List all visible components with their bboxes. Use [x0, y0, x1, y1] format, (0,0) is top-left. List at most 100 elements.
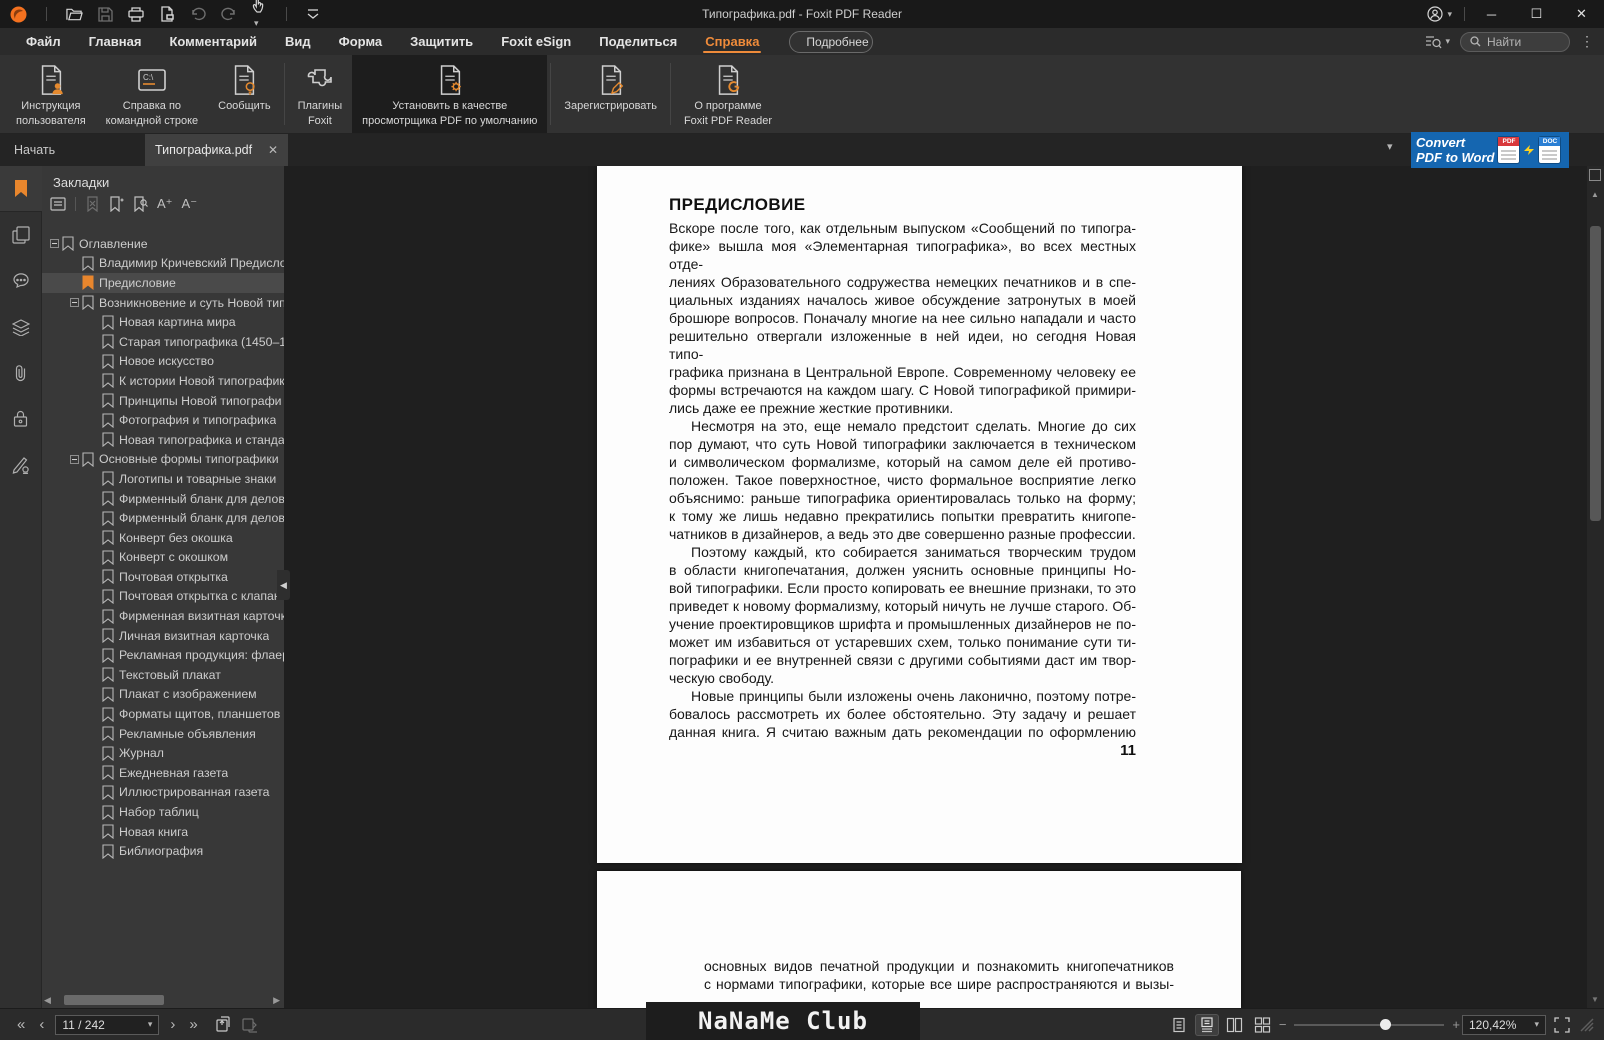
bookmark-tree-item[interactable]: Фирменная визитная карточк — [42, 606, 284, 626]
ribbon-button-cmd-help[interactable]: C:\ Справка по командной строке — [96, 55, 208, 133]
zoom-slider-thumb[interactable] — [1379, 1018, 1391, 1030]
expand-bookmarks-icon[interactable]: A⁺ — [157, 196, 173, 212]
page-field-caret-icon[interactable]: ▾ — [148, 1019, 153, 1030]
bookmark-tree-item[interactable]: Иллюстрированная газета — [42, 783, 284, 803]
ribbon-button-report[interactable]: Сообщить — [208, 55, 280, 133]
sidebar-bookmarks-button[interactable] — [0, 166, 42, 212]
ribbon-button-register[interactable]: Зарегистрировать — [554, 55, 667, 133]
bookmark-tree-item[interactable]: Фотография и типографика — [42, 410, 284, 430]
scrollbar-thumb[interactable] — [1590, 226, 1601, 521]
scroll-up-icon[interactable]: ▲ — [1591, 190, 1599, 199]
print-current-page-icon[interactable] — [159, 6, 175, 22]
menu-item[interactable]: Вид — [271, 28, 325, 55]
bookmark-tree-item[interactable]: Основные формы типографики — [42, 450, 284, 470]
search-input[interactable]: Найти — [1460, 31, 1570, 52]
bookmark-tree-item[interactable]: Новая картина мира — [42, 312, 284, 332]
collapse-bookmarks-icon[interactable]: A⁻ — [182, 196, 198, 212]
tab-start[interactable]: Начать — [0, 134, 145, 166]
add-bookmark-icon[interactable] — [109, 196, 124, 212]
redo-icon[interactable] — [221, 7, 237, 21]
bookmark-tree-item[interactable]: Текстовый плакат — [42, 665, 284, 685]
account-caret-icon[interactable]: ▾ — [1447, 9, 1452, 20]
bookmark-tree-item[interactable]: Форматы щитов, планшетов — [42, 704, 284, 724]
bookmark-tree-item[interactable]: Оглавление — [42, 234, 284, 254]
print-icon[interactable] — [128, 6, 144, 22]
scroll-down-icon[interactable]: ▼ — [1591, 995, 1599, 1004]
scroll-right-icon[interactable]: ▶ — [270, 995, 280, 1006]
menu-item[interactable]: Защитить — [396, 28, 487, 55]
hand-tool-icon[interactable]: ▾ — [252, 0, 267, 31]
zoom-level-field[interactable]: 120,42% ▾ — [1462, 1014, 1546, 1035]
bookmark-tree-item[interactable]: Библиография — [42, 841, 284, 861]
open-file-icon[interactable] — [66, 7, 83, 22]
ribbon-button-about[interactable]: О программе Foxit PDF Reader — [674, 55, 782, 133]
bookmark-tree-item[interactable]: Плакат с изображением — [42, 685, 284, 705]
document-viewport[interactable]: ПРЕДИСЛОВИЕ Вскоре после того, как отдел… — [284, 166, 1604, 1008]
bookmark-tree-item[interactable]: Предисловие — [42, 273, 284, 293]
more-menu-icon[interactable]: ⋮ — [1580, 33, 1594, 50]
tab-document[interactable]: Типографика.pdf ✕ — [145, 134, 288, 166]
bookmark-tree-item[interactable]: Принципы Новой типографи — [42, 391, 284, 411]
sidebar-security-button[interactable] — [0, 396, 42, 442]
zoom-slider[interactable] — [1294, 1015, 1445, 1035]
fullscreen-icon[interactable] — [1554, 1016, 1570, 1033]
ribbon-button-default-viewer[interactable]: Установить в качестве просмотрщика PDF по… — [352, 55, 548, 133]
menu-item[interactable]: Главная — [75, 28, 156, 55]
facing-view-button[interactable] — [1224, 1015, 1246, 1035]
bookmark-tree-item[interactable]: Новая книга — [42, 822, 284, 842]
menu-item[interactable]: Поделиться — [585, 28, 691, 55]
bookmark-options-icon[interactable] — [50, 197, 66, 211]
bookmark-tree-item[interactable]: Рекламные объявления — [42, 724, 284, 744]
bookmark-tree-item[interactable]: Почтовая открытка — [42, 567, 284, 587]
resize-grip[interactable] — [1580, 1017, 1594, 1032]
find-current-bookmark-icon[interactable] — [133, 196, 148, 212]
zoom-field-caret-icon[interactable]: ▾ — [1534, 1019, 1539, 1030]
bookmark-tree-item[interactable]: Ежедневная газета — [42, 763, 284, 783]
bookmark-tree-item[interactable]: Конверт с окошком — [42, 548, 284, 568]
previous-view-icon[interactable] — [213, 1015, 231, 1034]
ribbon-button-plugins[interactable]: Плагины Foxit — [288, 55, 353, 133]
bookmark-tree-item[interactable]: Журнал — [42, 743, 284, 763]
zoom-in-button[interactable]: + — [1450, 1017, 1462, 1032]
bookmark-tree-item[interactable]: Новое искусство — [42, 352, 284, 372]
bookmark-tree-item[interactable]: Почтовая открытка с клапано — [42, 587, 284, 607]
scrollbar-top-box[interactable] — [1589, 169, 1601, 181]
bookmark-tree-item[interactable]: Личная визитная карточка — [42, 626, 284, 646]
close-button[interactable]: ✕ — [1559, 0, 1604, 28]
collapse-node-icon[interactable] — [66, 298, 82, 308]
bookmark-tree-item[interactable]: Набор таблиц — [42, 802, 284, 822]
hand-tool-caret-icon[interactable]: ▾ — [254, 18, 259, 28]
page-number-field[interactable]: 11 / 242 ▾ — [55, 1014, 160, 1035]
minimize-button[interactable]: ─ — [1469, 0, 1514, 28]
vertical-scrollbar[interactable]: ▲ ▼ — [1587, 166, 1604, 1008]
menu-item[interactable]: Форма — [325, 28, 396, 55]
save-icon[interactable] — [98, 6, 113, 22]
maximize-button[interactable]: ☐ — [1514, 0, 1559, 28]
search-options-icon[interactable]: ▾ — [1425, 35, 1450, 49]
sidebar-signatures-button[interactable] — [0, 442, 42, 488]
bookmark-tree-item[interactable]: Новая типографика и стандар — [42, 430, 284, 450]
zoom-slider-track[interactable] — [1294, 1023, 1445, 1026]
panel-horizontal-scrollbar[interactable]: ◀ ▶ — [44, 994, 280, 1006]
bookmark-tree-item[interactable]: Владимир Кричевский Предисло — [42, 254, 284, 274]
search-options-caret-icon[interactable]: ▾ — [1445, 36, 1450, 47]
bookmark-tree-item[interactable]: Фирменный бланк для делов — [42, 508, 284, 528]
bookmark-tree-item[interactable]: Возникновение и суть Новой тип — [42, 293, 284, 313]
menu-item[interactable]: Справка — [691, 28, 773, 55]
customize-toolbar-icon[interactable] — [306, 8, 320, 20]
single-page-view-button[interactable] — [1168, 1015, 1190, 1035]
sidebar-layers-button[interactable] — [0, 304, 42, 350]
scroll-left-icon[interactable]: ◀ — [44, 995, 54, 1006]
bookmark-tree-item[interactable]: К истории Новой типографик — [42, 371, 284, 391]
previous-page-button[interactable]: ‹ — [32, 1016, 51, 1033]
menu-item[interactable]: Комментарий — [155, 28, 271, 55]
menu-item[interactable]: Файл — [12, 28, 75, 55]
bookmark-tree-item[interactable]: Фирменный бланк для делов — [42, 489, 284, 509]
continuous-view-button[interactable] — [1195, 1014, 1218, 1035]
ribbon-button-user-guide[interactable]: Инструкция пользователя — [6, 55, 96, 133]
bookmark-tree-item[interactable]: Логотипы и товарные знаки — [42, 469, 284, 489]
next-page-button[interactable]: › — [163, 1016, 182, 1033]
scrollbar-track[interactable] — [54, 994, 270, 1006]
sidebar-pages-button[interactable] — [0, 212, 42, 258]
zoom-out-button[interactable]: − — [1277, 1017, 1289, 1032]
